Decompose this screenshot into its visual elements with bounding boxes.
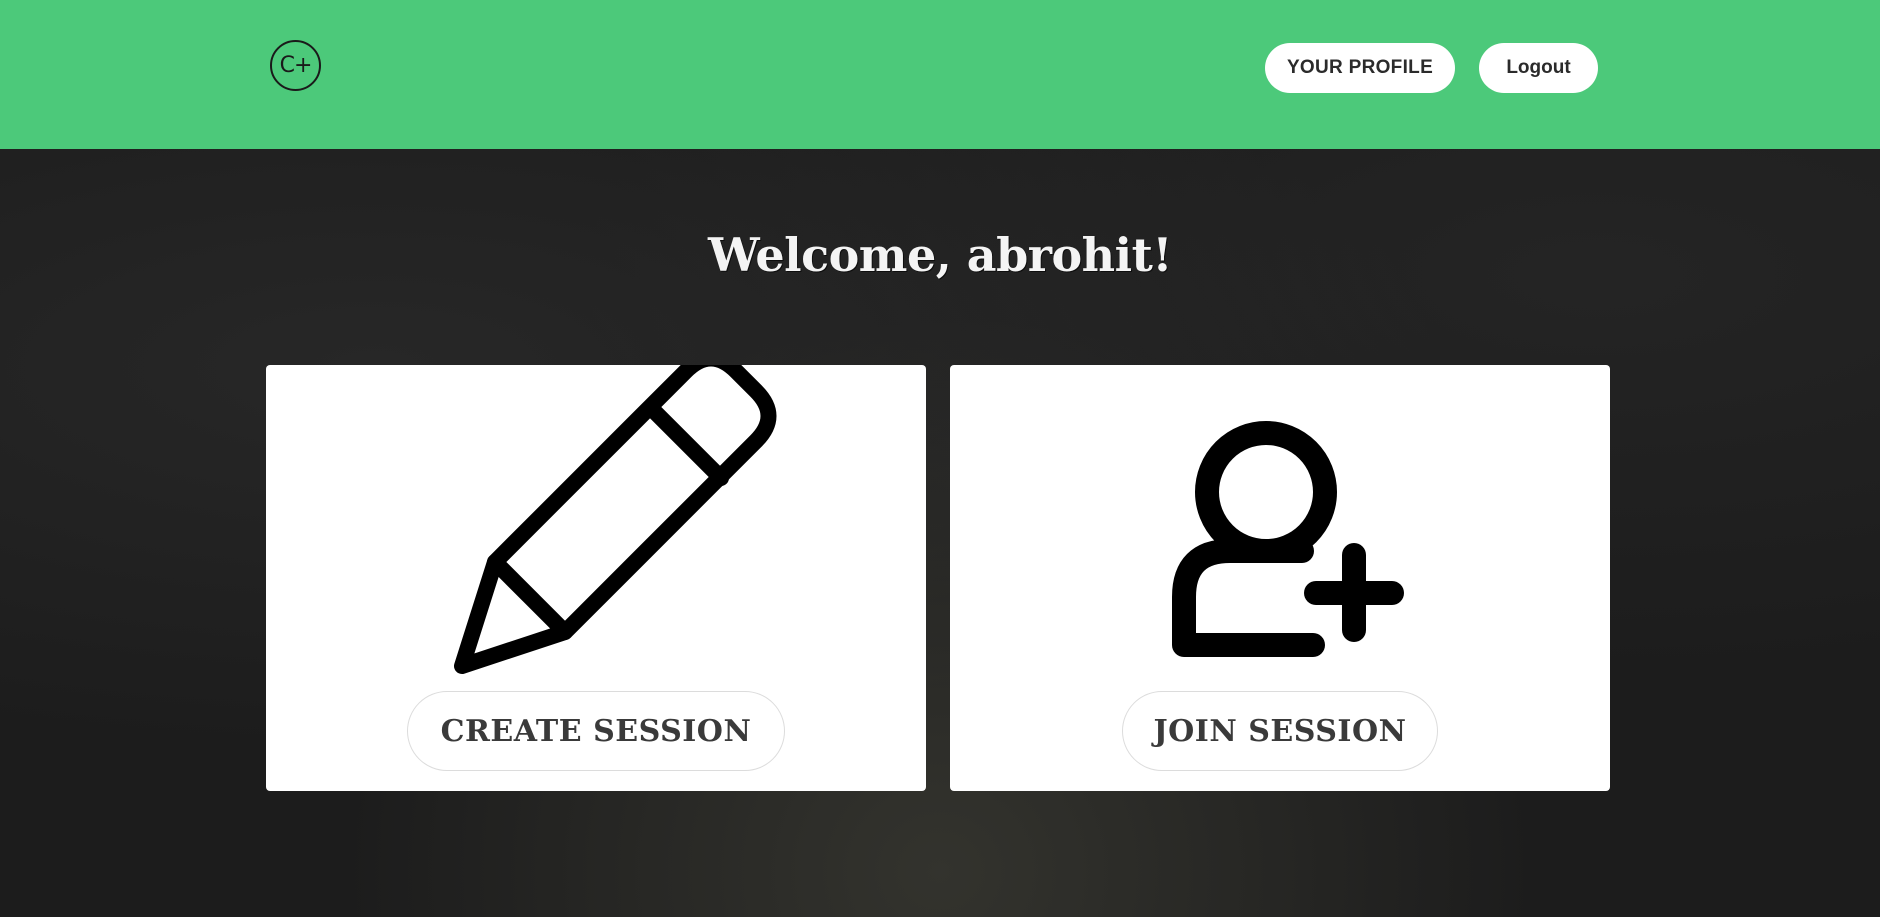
logo[interactable]: C+ xyxy=(270,40,321,91)
join-session-button[interactable]: JOIN SESSION xyxy=(1122,691,1438,771)
welcome-heading: Welcome, abrohit! xyxy=(707,228,1173,282)
join-session-card[interactable]: JOIN SESSION xyxy=(950,365,1610,791)
add-user-icon xyxy=(1172,421,1404,657)
logo-text: C+ xyxy=(279,53,313,78)
create-session-card[interactable]: CREATE SESSION xyxy=(266,365,926,791)
pencil-icon xyxy=(454,365,777,674)
create-session-button[interactable]: CREATE SESSION xyxy=(407,691,785,771)
navbar: C+ YOUR PROFILE Logout xyxy=(0,0,1880,149)
logout-button[interactable]: Logout xyxy=(1479,43,1598,93)
your-profile-button[interactable]: YOUR PROFILE xyxy=(1265,43,1455,93)
